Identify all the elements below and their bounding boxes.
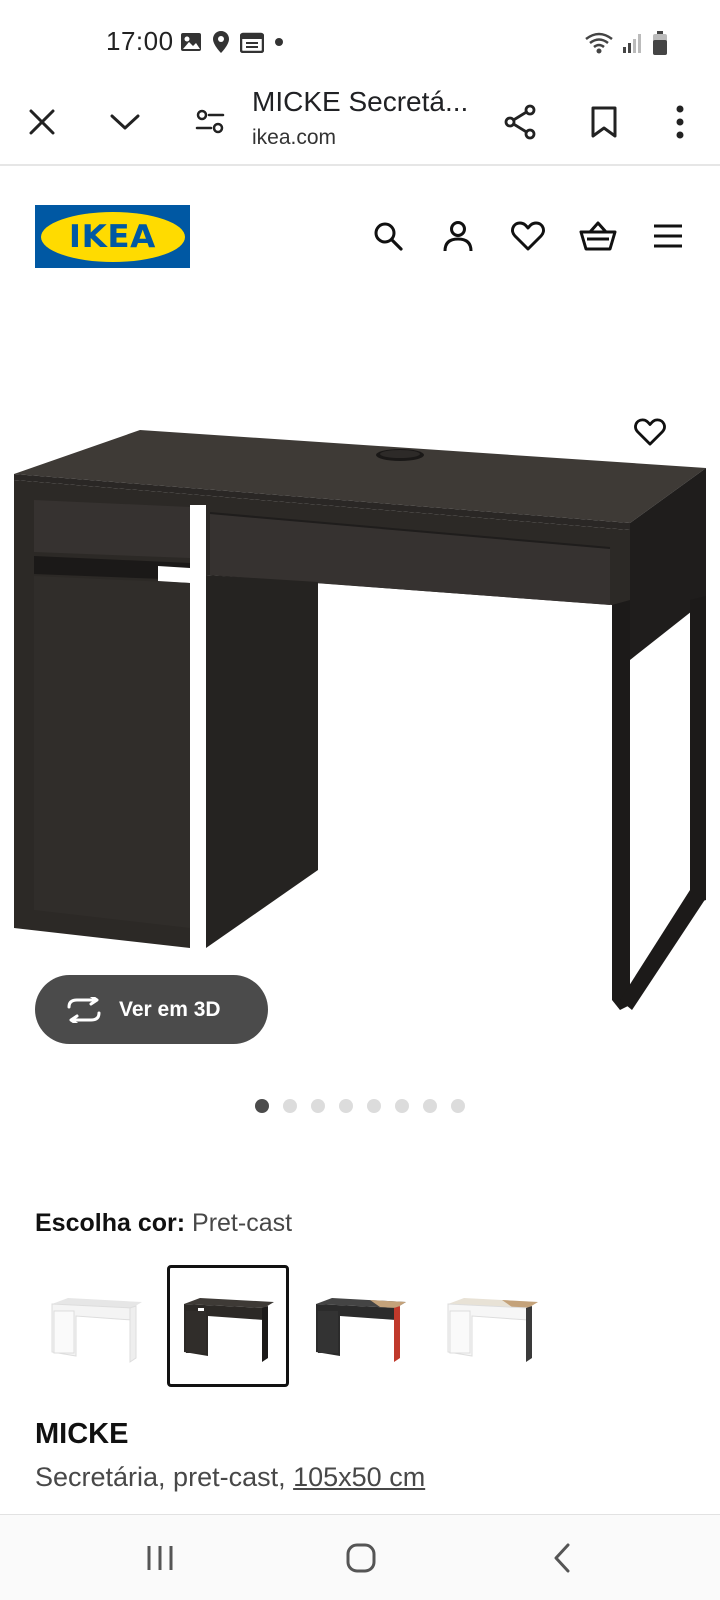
- rotate-3d-icon: [67, 996, 101, 1023]
- view-3d-label: Ver em 3D: [119, 997, 221, 1021]
- black-red-desk-thumbnail: [316, 1298, 406, 1362]
- recent-apps-button[interactable]: [130, 1533, 190, 1583]
- search-button[interactable]: [364, 212, 412, 260]
- back-button[interactable]: [532, 1533, 592, 1583]
- menu-icon: [654, 224, 682, 248]
- search-icon: [374, 222, 403, 251]
- status-time: 17:00: [106, 26, 174, 56]
- pagination-dot[interactable]: [283, 1099, 297, 1113]
- view-3d-button[interactable]: Ver em 3D: [35, 975, 268, 1044]
- account-icon: [443, 221, 473, 252]
- swatch-white-anthracite[interactable]: [431, 1265, 553, 1387]
- pagination-dot[interactable]: [423, 1099, 437, 1113]
- desk-illustration: [14, 430, 706, 1010]
- tune-icon: [195, 109, 225, 134]
- more-options-button[interactable]: [652, 94, 708, 150]
- minimize-button[interactable]: [97, 94, 153, 150]
- wifi-icon: [585, 32, 613, 54]
- battery-icon: [653, 31, 667, 55]
- product-description: Secretária, pret-cast, 105x50 cm: [35, 1462, 425, 1493]
- image-pagination: [255, 1099, 465, 1113]
- gallery-icon: [181, 33, 201, 51]
- bookmark-icon: [591, 106, 617, 138]
- product-image[interactable]: [0, 330, 720, 1050]
- status-notification-icons: [180, 30, 284, 54]
- more-icon: [676, 105, 684, 139]
- close-icon: [29, 109, 55, 135]
- basket-button[interactable]: [574, 212, 622, 260]
- menu-button[interactable]: [644, 212, 692, 260]
- logo-wordmark: IKEA: [69, 218, 156, 255]
- dot-icon: [275, 38, 283, 46]
- site-settings-button[interactable]: [182, 94, 238, 150]
- basket-icon: [579, 221, 617, 251]
- account-button[interactable]: [434, 212, 482, 260]
- pagination-dot-active[interactable]: [255, 1099, 269, 1113]
- heart-icon: [511, 221, 545, 251]
- pagination-dot[interactable]: [395, 1099, 409, 1113]
- swatch-black-red[interactable]: [299, 1265, 421, 1387]
- ikea-logo[interactable]: IKEA: [35, 205, 190, 268]
- swatch-white[interactable]: [35, 1265, 157, 1387]
- swatch-pret-cast[interactable]: [167, 1265, 289, 1387]
- add-to-favourites-button[interactable]: [628, 410, 672, 454]
- favourites-button[interactable]: [504, 212, 552, 260]
- pagination-dot[interactable]: [311, 1099, 325, 1113]
- site-header: IKEA: [0, 166, 720, 306]
- heart-icon: [634, 418, 666, 446]
- system-navigation-bar: [0, 1514, 720, 1600]
- product-dimensions-link[interactable]: 105x50 cm: [293, 1462, 425, 1492]
- location-icon: [213, 31, 229, 53]
- color-selector-label: Escolha cor: Pret-cast: [35, 1209, 292, 1238]
- pagination-dot[interactable]: [367, 1099, 381, 1113]
- product-description-text: Secretária, pret-cast,: [35, 1462, 294, 1492]
- white-desk-thumbnail: [51, 1298, 142, 1363]
- logo-oval: IKEA: [40, 211, 185, 262]
- close-tab-button[interactable]: [14, 94, 70, 150]
- status-system-icons: [584, 30, 668, 56]
- page-url[interactable]: ikea.com: [252, 126, 336, 150]
- recent-apps-icon: [147, 1546, 173, 1570]
- color-label-title: Escolha cor:: [35, 1209, 186, 1237]
- calendar-icon: [240, 32, 264, 53]
- chevron-down-icon: [110, 114, 140, 130]
- pagination-dot[interactable]: [451, 1099, 465, 1113]
- white-anthracite-desk-thumbnail: [447, 1298, 538, 1362]
- back-icon: [554, 1543, 570, 1573]
- product-name[interactable]: MICKE: [35, 1418, 128, 1451]
- share-button[interactable]: [492, 94, 548, 150]
- signal-icon: [623, 34, 641, 53]
- color-swatches: [35, 1265, 563, 1387]
- page-title[interactable]: MICKE Secretá...: [252, 86, 482, 118]
- dark-desk-thumbnail: [184, 1298, 274, 1362]
- status-bar: 17:00: [0, 0, 720, 80]
- color-label-value: Pret-cast: [192, 1209, 293, 1237]
- bookmark-button[interactable]: [576, 94, 632, 150]
- home-button[interactable]: [331, 1533, 391, 1583]
- share-icon: [504, 104, 536, 140]
- home-icon: [346, 1543, 376, 1573]
- pagination-dot[interactable]: [339, 1099, 353, 1113]
- browser-toolbar: MICKE Secretá... ikea.com: [0, 80, 720, 166]
